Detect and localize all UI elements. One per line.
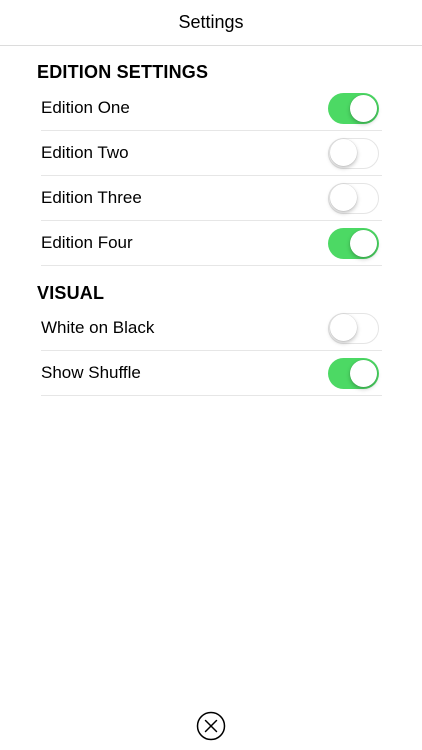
setting-row-edition-one: Edition One xyxy=(41,86,382,131)
toggle-knob xyxy=(350,359,377,387)
navigation-bar: Settings xyxy=(0,0,422,46)
setting-row-edition-two: Edition Two xyxy=(41,131,382,176)
setting-row-edition-three: Edition Three xyxy=(41,176,382,221)
page-title: Settings xyxy=(178,12,244,32)
toggle-knob xyxy=(329,184,357,211)
toggle-knob xyxy=(329,314,357,341)
white-on-black-toggle[interactable] xyxy=(328,312,379,344)
setting-label: Edition Two xyxy=(41,143,129,162)
setting-label: Edition Four xyxy=(41,233,133,252)
edition-one-toggle[interactable] xyxy=(328,92,379,124)
toggle-knob xyxy=(350,229,377,257)
close-button[interactable] xyxy=(196,711,226,741)
setting-row-show-shuffle: Show Shuffle xyxy=(41,351,382,396)
edition-two-toggle[interactable] xyxy=(328,137,379,169)
show-shuffle-toggle[interactable] xyxy=(328,357,379,389)
setting-row-white-on-black: White on Black xyxy=(41,306,382,351)
close-circle-icon xyxy=(196,711,226,741)
setting-label: Edition One xyxy=(41,98,130,117)
setting-label: White on Black xyxy=(41,318,155,337)
edition-three-toggle[interactable] xyxy=(328,182,379,214)
toggle-knob xyxy=(329,139,357,166)
toggle-knob xyxy=(350,94,377,122)
setting-label: Show Shuffle xyxy=(41,363,141,382)
section-header-visual: VISUAL xyxy=(37,283,105,303)
edition-four-toggle[interactable] xyxy=(328,227,379,259)
setting-row-edition-four: Edition Four xyxy=(41,221,382,266)
setting-label: Edition Three xyxy=(41,188,142,207)
section-header-edition-settings: EDITION SETTINGS xyxy=(37,62,209,82)
